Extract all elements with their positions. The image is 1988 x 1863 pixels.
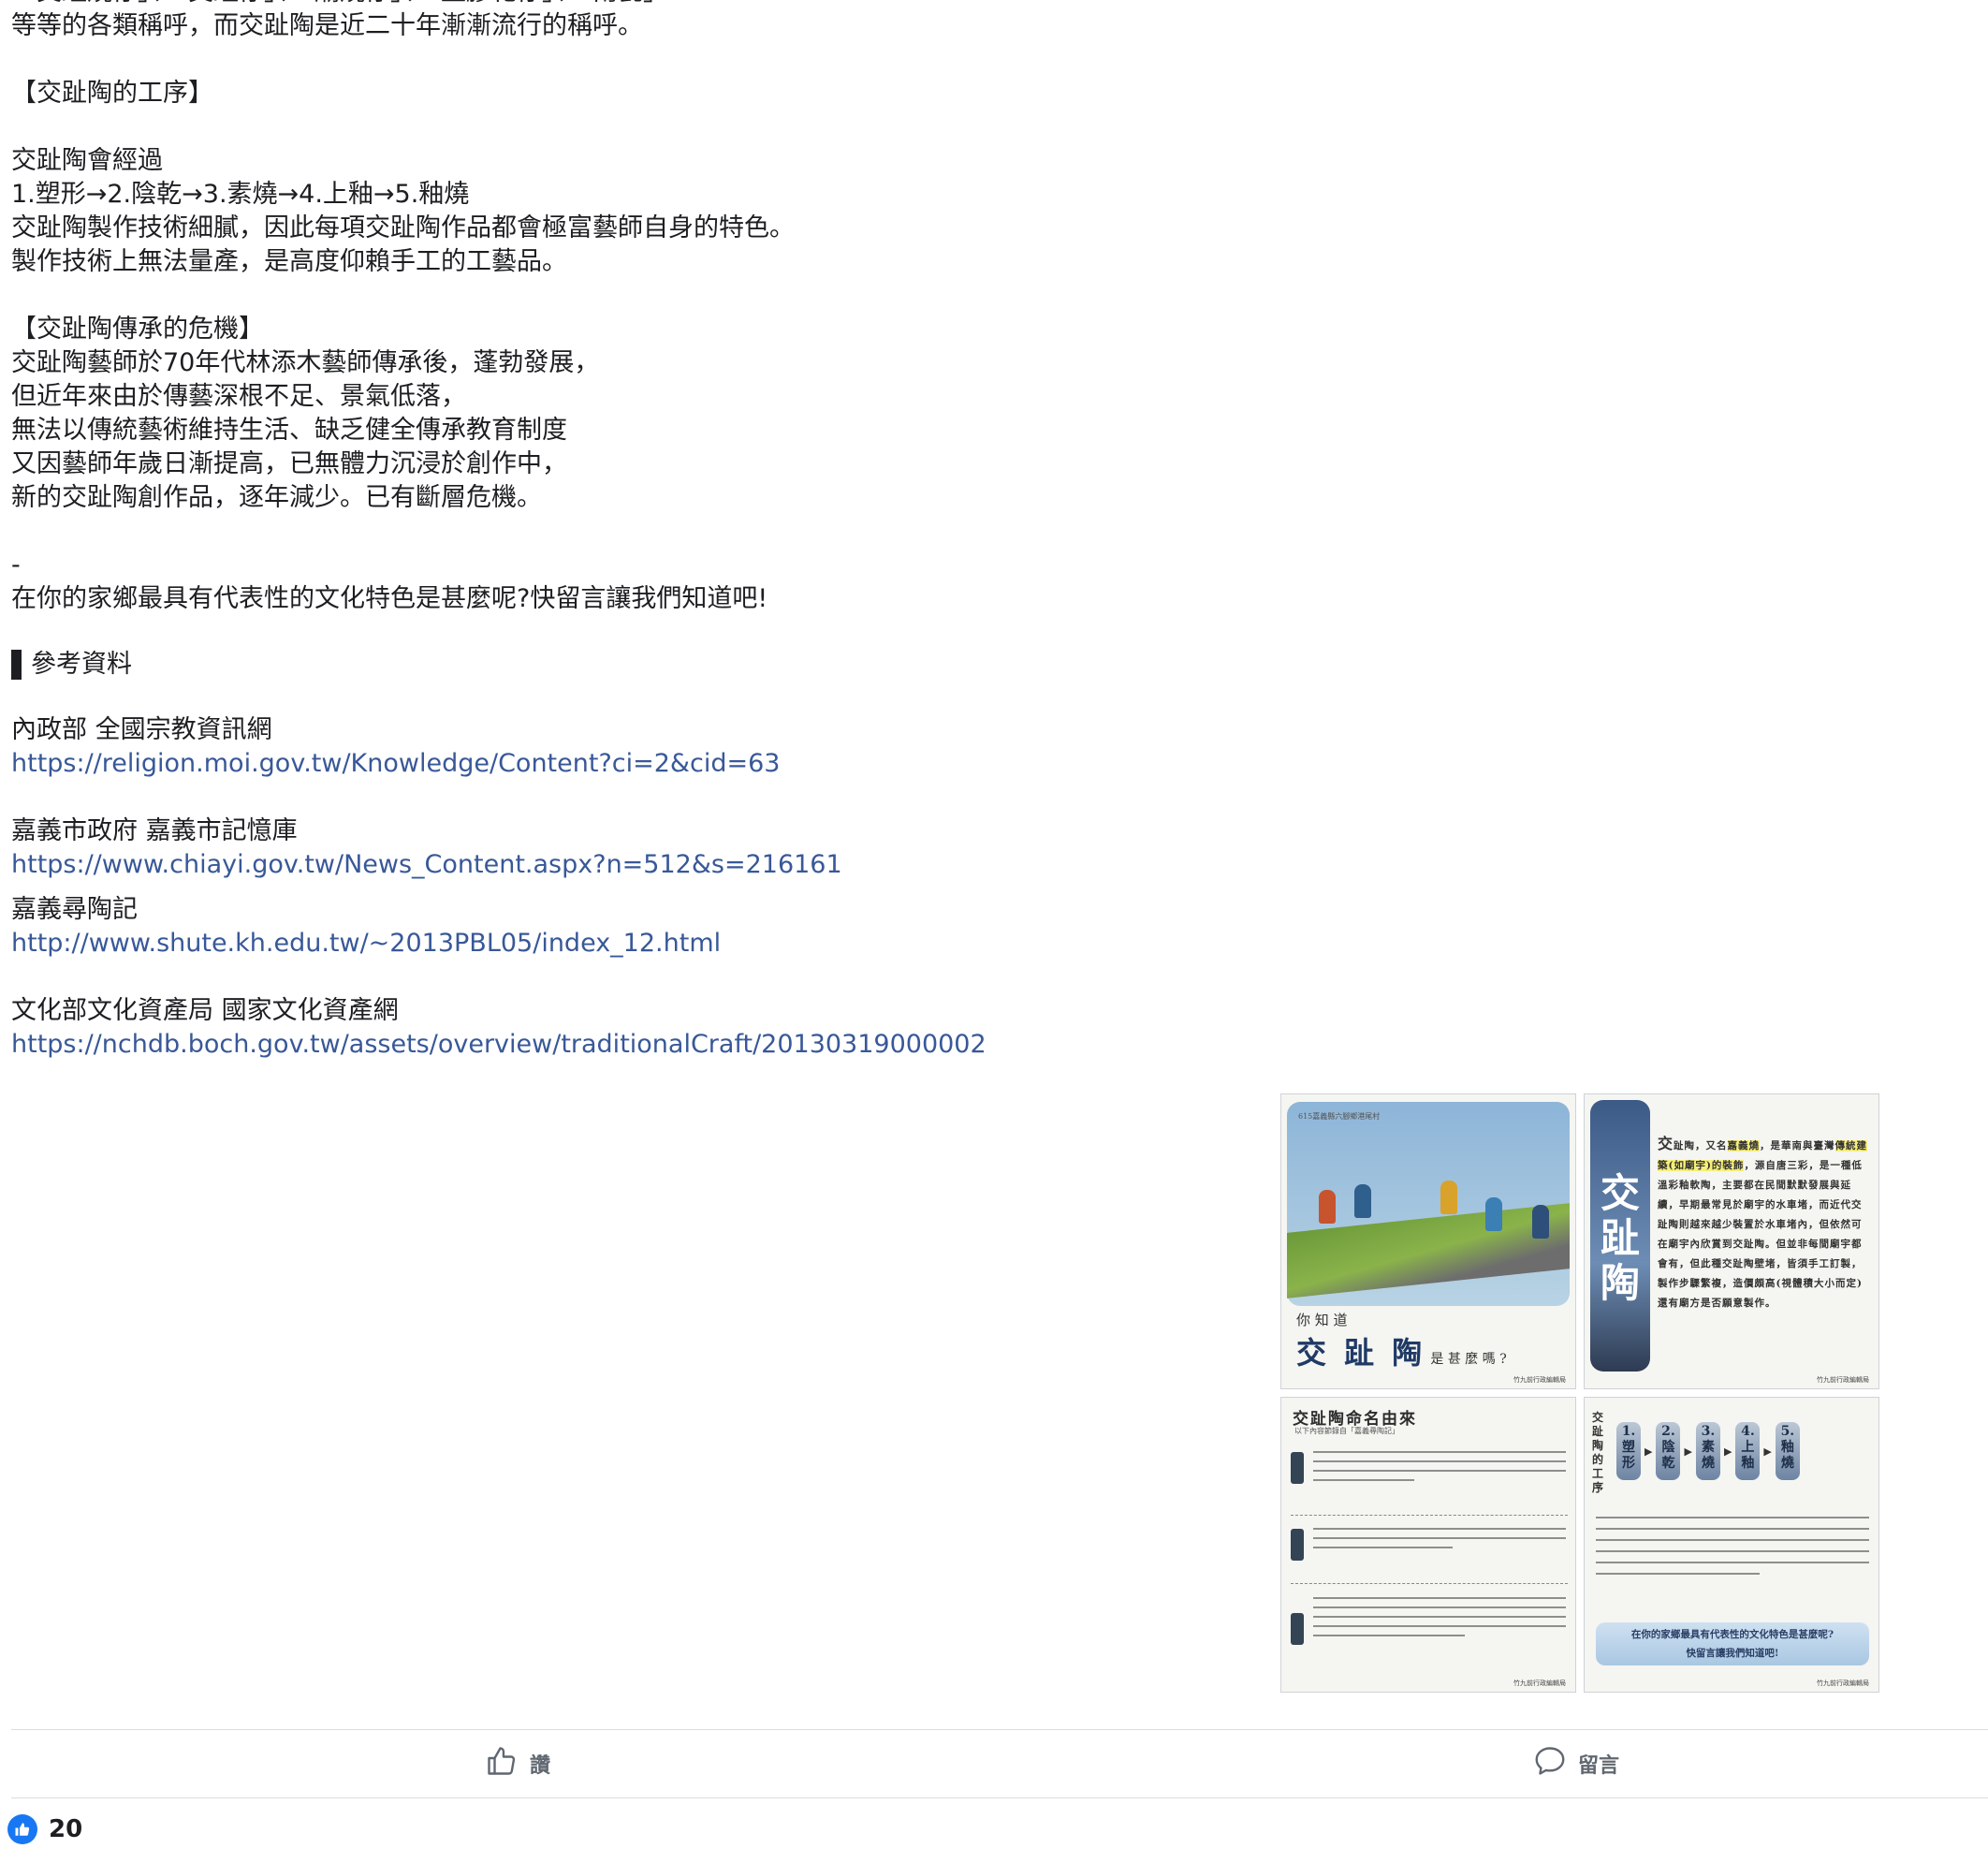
reference-name: 嘉義尋陶記	[11, 895, 138, 924]
tile-small-text: 你 知 道	[1296, 1312, 1348, 1328]
tile-footer: 竹九前行政編輯局	[1513, 1376, 1566, 1384]
post-line: 製作技術上無法量產，是高度仰賴手工的工藝品。	[11, 247, 567, 276]
text-block	[1291, 1521, 1568, 1587]
process-step: 4.上釉	[1735, 1422, 1761, 1480]
tile-footer: 竹九前行政編輯局	[1513, 1680, 1566, 1687]
reference-link[interactable]: https://nchdb.boch.gov.tw/assets/overvie…	[11, 1030, 987, 1059]
comment-icon	[1533, 1744, 1567, 1783]
reaction-summary[interactable]: 20	[7, 1814, 82, 1844]
image-tile-process[interactable]: 交趾陶的工序 1.塑形 ▶ 2.陰乾 ▶ 3.素燒 ▶ 4.上釉 ▶ 5.釉燒 …	[1584, 1397, 1879, 1693]
vertical-label: 交趾陶的工序	[1592, 1411, 1604, 1494]
reaction-count: 20	[49, 1815, 83, 1843]
process-step: 2.陰乾	[1656, 1422, 1681, 1480]
process-step: 3.素燒	[1695, 1422, 1720, 1480]
block-tag	[1291, 1452, 1304, 1484]
post-line: 但近年來由於傳藝深根不足、景氣低落，	[11, 382, 466, 411]
thumbs-up-icon	[485, 1744, 519, 1783]
cta-line: 在你的家鄉最具有代表性的文化特色是甚麼呢?	[1630, 1629, 1835, 1640]
block-tag	[1291, 1613, 1304, 1645]
definition-text: 交趾陶，又名嘉義燒，是華南與臺灣傳統建築(如廟宇)的裝飾，源自唐三彩，是一種低溫…	[1658, 1134, 1871, 1313]
arrow-icon: ▶	[1644, 1445, 1653, 1458]
post-line: 交趾陶會經過	[11, 146, 163, 175]
heading-bar	[11, 650, 22, 680]
arrow-icon: ▶	[1684, 1445, 1692, 1458]
post-question: 在你的家鄉最具有代表性的文化特色是甚麼呢?快留言讓我們知道吧!	[11, 584, 768, 613]
definition-part: ，源自唐三彩，是一種低溫彩釉軟陶，主要都在民間默默發展與延續，早期最常見於廟宇的…	[1658, 1160, 1863, 1309]
references-heading: 參考資料	[11, 648, 1509, 682]
tile-subheading: 以下內容節錄自「嘉義尋陶記」	[1294, 1427, 1399, 1435]
divider	[1291, 1583, 1568, 1584]
reference-name: 嘉義市政府 嘉義市記憶庫	[11, 816, 298, 845]
post-line: 又因藝師年歲日漸提高，已無體力沉浸於創作中，	[11, 449, 567, 478]
arrow-icon: ▶	[1763, 1445, 1772, 1458]
section-title-process: 【交趾陶的工序】	[11, 79, 213, 108]
image-tile-name-origin[interactable]: 交趾陶命名由來 以下內容節錄自「嘉義尋陶記」 竹九前行政編輯局	[1280, 1397, 1576, 1693]
vertical-title: 交趾陶	[1601, 1170, 1641, 1306]
tile-big-title: 交 趾 陶	[1296, 1335, 1426, 1371]
figure-illustration	[1440, 1181, 1457, 1214]
post-line: 交趾陶藝師於70年代林添木藝師傳承後，蓬勃發展，	[11, 348, 600, 377]
lead-char: 交	[1658, 1135, 1674, 1152]
call-to-action-banner: 在你的家鄉最具有代表性的文化特色是甚麼呢? 快留言讓我們知道吧!	[1596, 1622, 1869, 1665]
section-title-crisis: 【交趾陶傳承的危機】	[11, 315, 264, 344]
location-label: 615嘉義縣六腳鄉港尾村	[1298, 1112, 1381, 1121]
post-line: 「交趾燒仔」、「交趾仔」、「廟燒仔」、「塑膠花仔」、「南瓷」	[11, 0, 1509, 9]
figure-illustration	[1319, 1190, 1336, 1224]
reference-link[interactable]: https://www.chiayi.gov.tw/News_Content.a…	[11, 850, 842, 879]
reference-link[interactable]: http://www.shute.kh.edu.tw/~2013PBL05/in…	[11, 929, 721, 958]
like-label: 讚	[530, 1754, 551, 1778]
process-step: 1.塑形	[1616, 1422, 1641, 1480]
references-title: 參考資料	[31, 650, 132, 679]
tile-question: 是 甚 麼 嗎 ?	[1430, 1352, 1507, 1367]
vertical-title-panel: 交趾陶	[1590, 1100, 1650, 1372]
comment-label: 留言	[1578, 1754, 1620, 1778]
block-tag	[1291, 1529, 1304, 1561]
dash-separator: -	[11, 550, 21, 579]
post-text: 「交趾燒仔」、「交趾仔」、「廟燒仔」、「塑膠花仔」、「南瓷」 等等的各類稱呼，而…	[11, 0, 1509, 1062]
figure-illustration	[1532, 1205, 1549, 1239]
figure-illustration	[1354, 1184, 1371, 1218]
divider	[11, 1797, 1988, 1798]
post-line: 新的交趾陶創作品，逐年減少。已有斷層危機。	[11, 483, 542, 512]
arrow-icon: ▶	[1723, 1445, 1732, 1458]
tile-title-block: 你 知 道 交 趾 陶 是 甚 麼 嗎 ?	[1296, 1310, 1507, 1372]
reference-name: 文化部文化資產局 國家文化資產網	[11, 996, 399, 1025]
like-button[interactable]: 讚	[485, 1743, 550, 1784]
process-description	[1596, 1508, 1869, 1584]
post-image-grid[interactable]: 615嘉義縣六腳鄉港尾村 你 知 道 交 趾 陶 是 甚 麼 嗎 ? 竹九前行政…	[1280, 1093, 1879, 1693]
figure-illustration	[1485, 1197, 1502, 1231]
process-steps: 1.塑形 ▶ 2.陰乾 ▶ 3.素燒 ▶ 4.上釉 ▶ 5.釉燒	[1616, 1422, 1800, 1480]
like-reaction-icon	[7, 1814, 37, 1844]
text-block	[1291, 1591, 1568, 1675]
post-line: 等等的各類稱呼，而交趾陶是近二十年漸漸流行的稱呼。	[11, 11, 643, 40]
definition-part: ，是華南與臺灣	[1760, 1140, 1835, 1152]
reference-link[interactable]: https://religion.moi.gov.tw/Knowledge/Co…	[11, 749, 780, 778]
tile-footer: 竹九前行政編輯局	[1817, 1376, 1869, 1384]
image-tile-definition[interactable]: 交趾陶 交趾陶，又名嘉義燒，是華南與臺灣傳統建築(如廟宇)的裝飾，源自唐三彩，是…	[1584, 1093, 1879, 1389]
reference-name: 內政部 全國宗教資訊網	[11, 715, 272, 744]
definition-part: 趾陶，又名	[1674, 1140, 1728, 1152]
highlight-text: 嘉義燒	[1727, 1140, 1761, 1152]
post-line: 無法以傳統藝術維持生活、缺乏健全傳承教育制度	[11, 416, 567, 445]
post-line: 1.塑形→2.陰乾→3.素燒→4.上釉→5.釉燒	[11, 180, 470, 209]
comment-button[interactable]: 留言	[1533, 1743, 1619, 1784]
post-line: 交趾陶製作技術細膩，因此每項交趾陶作品都會極富藝師自身的特色。	[11, 213, 795, 242]
divider	[1291, 1515, 1568, 1516]
cta-line: 快留言讓我們知道吧!	[1686, 1648, 1779, 1659]
tile-footer: 竹九前行政編輯局	[1817, 1680, 1869, 1687]
image-tile-intro[interactable]: 615嘉義縣六腳鄉港尾村 你 知 道 交 趾 陶 是 甚 麼 嗎 ? 竹九前行政…	[1280, 1093, 1576, 1389]
text-block	[1291, 1445, 1568, 1510]
process-step: 5.釉燒	[1775, 1422, 1800, 1480]
divider	[11, 1729, 1988, 1730]
